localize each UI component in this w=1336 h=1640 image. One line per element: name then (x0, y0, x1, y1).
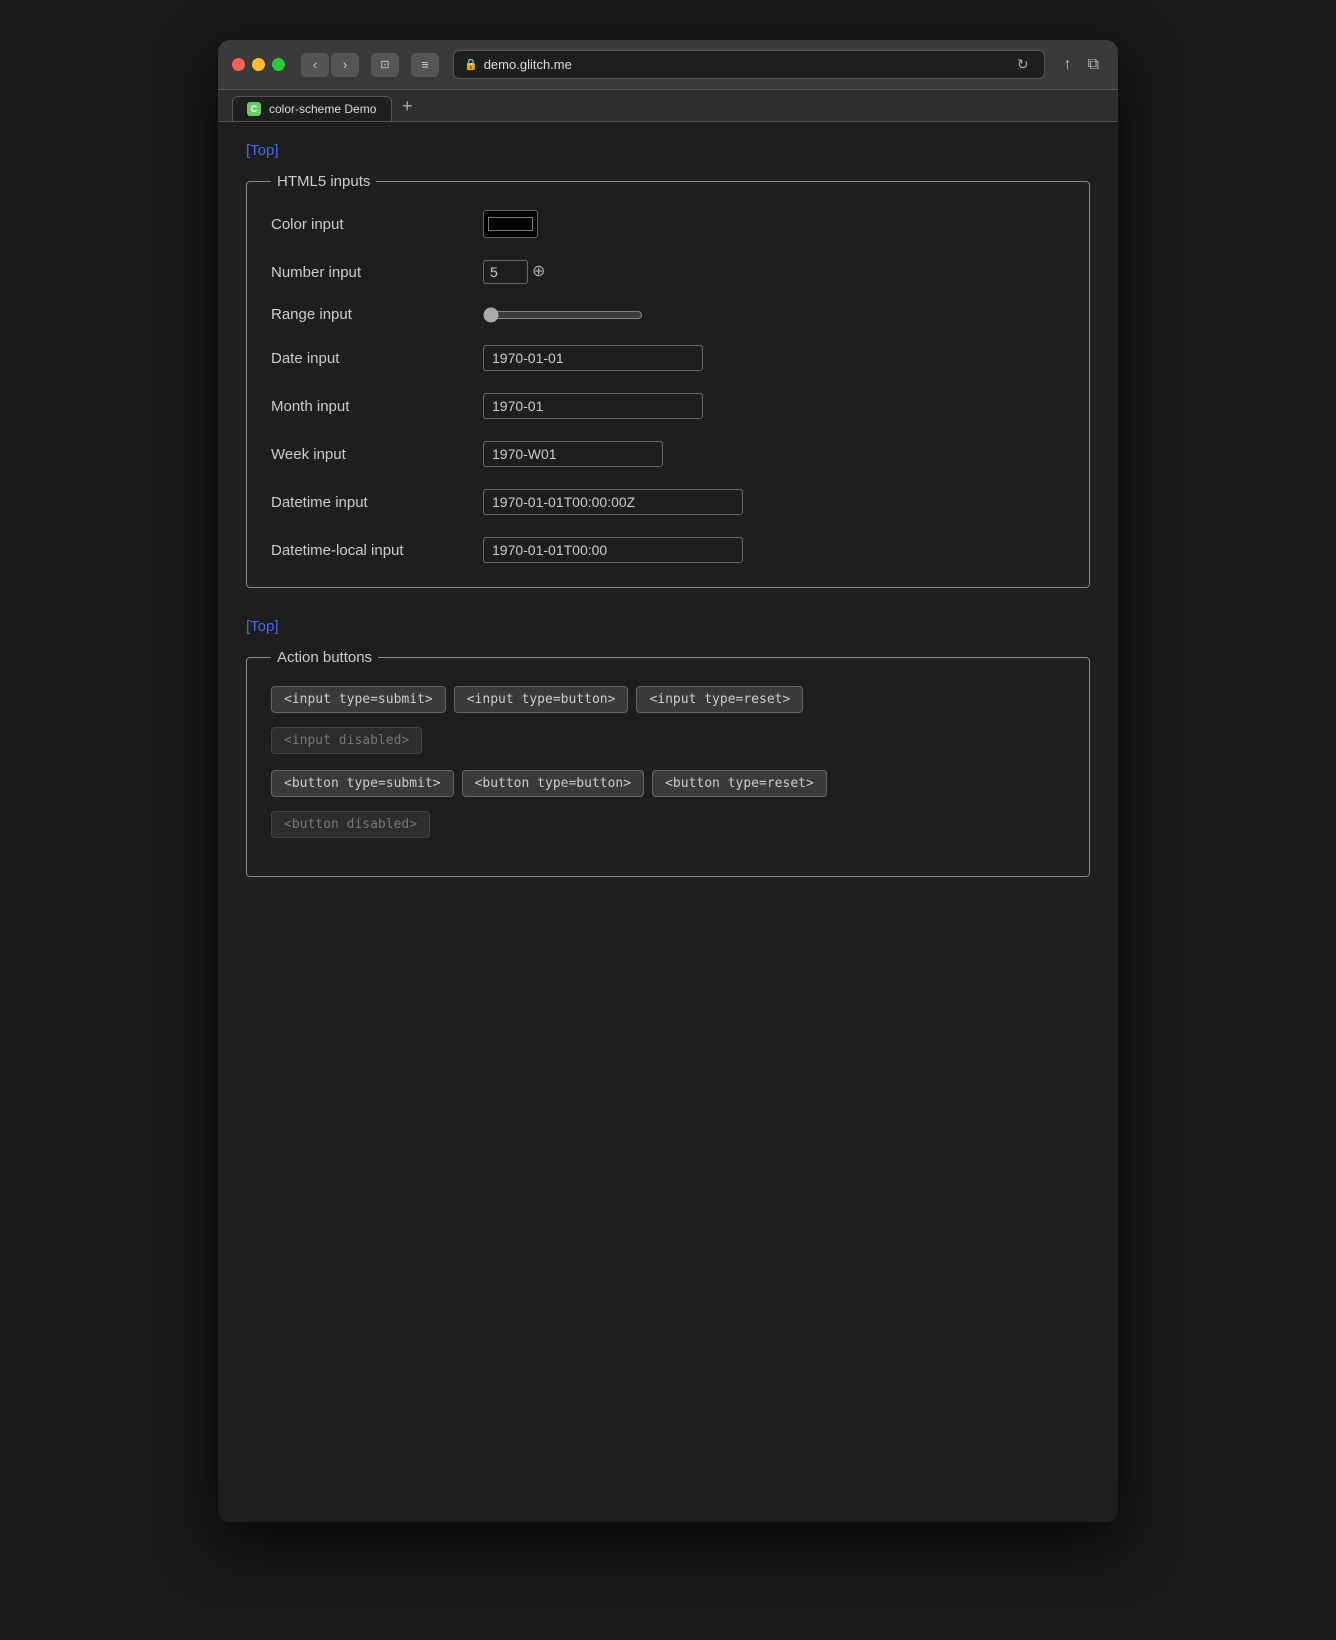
input-button-button[interactable]: <input type=button> (454, 686, 629, 713)
button-disabled-group: <button disabled> (271, 811, 1065, 838)
tab-label: color-scheme Demo (269, 102, 376, 116)
active-tab[interactable]: C color-scheme Demo (232, 96, 392, 121)
week-row: Week input (271, 441, 1065, 467)
close-button[interactable] (232, 58, 245, 71)
button-submit-button[interactable]: <button type=submit> (271, 770, 454, 797)
traffic-lights (232, 58, 285, 71)
tabs-button[interactable]: ⧉ (1083, 54, 1104, 76)
number-row: Number input ⊕ (271, 260, 1065, 284)
color-label: Color input (271, 216, 471, 233)
toolbar-right: ↑ ⧉ (1059, 54, 1104, 76)
address-bar[interactable]: 🔒 demo.glitch.me ↻ (453, 50, 1045, 79)
reload-button[interactable]: ↻ (1012, 54, 1034, 75)
page-content: [Top] HTML5 inputs Color input Number in… (218, 122, 1118, 1522)
html5-legend: HTML5 inputs (271, 173, 376, 190)
number-container: ⊕ (483, 260, 545, 284)
back-button[interactable]: ‹ (301, 53, 329, 77)
top-link-1[interactable]: [Top] (246, 142, 1090, 159)
month-input[interactable] (483, 393, 703, 419)
datetime-label: Datetime input (271, 494, 471, 511)
input-submit-button[interactable]: <input type=submit> (271, 686, 446, 713)
color-input[interactable] (483, 210, 538, 238)
input-disabled-button: <input disabled> (271, 727, 422, 754)
top-link-2[interactable]: [Top] (246, 618, 1090, 635)
button-disabled-button: <button disabled> (271, 811, 430, 838)
html5-inputs-section: HTML5 inputs Color input Number input ⊕ … (246, 173, 1090, 588)
minimize-button[interactable] (252, 58, 265, 71)
share-button[interactable]: ↑ (1059, 54, 1077, 76)
input-reset-button[interactable]: <input type=reset> (636, 686, 803, 713)
nav-buttons: ‹ › (301, 53, 359, 77)
url-text: demo.glitch.me (484, 57, 572, 72)
color-row: Color input (271, 210, 1065, 238)
tab-favicon: C (247, 102, 261, 116)
spinner-icon: ⊕ (532, 264, 545, 280)
datetime-input[interactable] (483, 489, 743, 515)
datetime-local-input[interactable] (483, 537, 743, 563)
lock-icon: 🔒 (464, 58, 478, 71)
month-label: Month input (271, 398, 471, 415)
button-button-button[interactable]: <button type=button> (462, 770, 645, 797)
date-row: Date input (271, 345, 1065, 371)
tab-bar: C color-scheme Demo + (218, 90, 1118, 122)
datetime-row: Datetime input (271, 489, 1065, 515)
date-label: Date input (271, 350, 471, 367)
week-input[interactable] (483, 441, 663, 467)
datetime-local-label: Datetime-local input (271, 542, 471, 559)
range-row: Range input (271, 306, 1065, 323)
range-label: Range input (271, 306, 471, 323)
forward-button[interactable]: › (331, 53, 359, 77)
sidebar-button[interactable]: ⊡ (371, 53, 399, 77)
range-input[interactable] (483, 307, 643, 323)
action-legend: Action buttons (271, 649, 378, 666)
maximize-button[interactable] (272, 58, 285, 71)
button-buttons-group: <button type=submit> <button type=button… (271, 770, 1065, 797)
number-input[interactable] (483, 260, 528, 284)
title-bar: ‹ › ⊡ ≡ 🔒 demo.glitch.me ↻ ↑ ⧉ (218, 40, 1118, 90)
datetime-local-row: Datetime-local input (271, 537, 1065, 563)
week-label: Week input (271, 446, 471, 463)
date-input[interactable] (483, 345, 703, 371)
action-buttons-section: Action buttons <input type=submit> <inpu… (246, 649, 1090, 877)
menu-button[interactable]: ≡ (411, 53, 439, 77)
new-tab-button[interactable]: + (396, 96, 419, 117)
browser-window: ‹ › ⊡ ≡ 🔒 demo.glitch.me ↻ ↑ ⧉ C color-s… (218, 40, 1118, 1522)
number-label: Number input (271, 264, 471, 281)
button-reset-button[interactable]: <button type=reset> (652, 770, 827, 797)
input-buttons-group: <input type=submit> <input type=button> … (271, 686, 1065, 713)
month-row: Month input (271, 393, 1065, 419)
input-disabled-group: <input disabled> (271, 727, 1065, 754)
